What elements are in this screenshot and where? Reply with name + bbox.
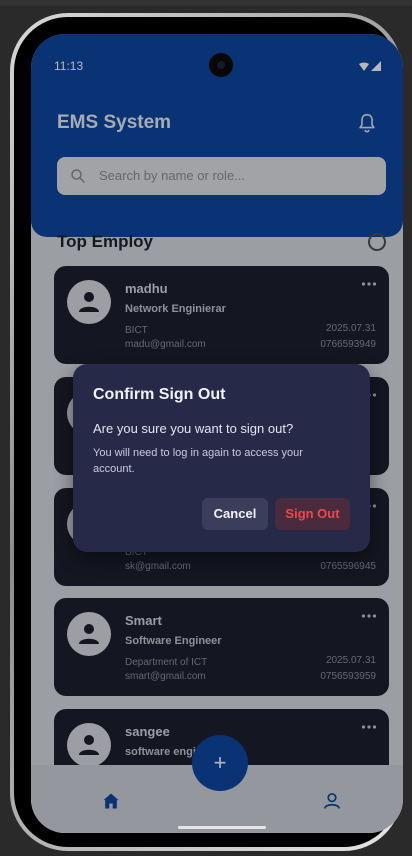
phone-body: 11:13 EMS System Search by name or role.… <box>10 13 403 851</box>
window-top-edge <box>0 0 412 6</box>
sign-out-dialog: Confirm Sign Out Are you sure you want t… <box>73 364 370 552</box>
dialog-detail: You will need to log in again to access … <box>93 447 303 475</box>
home-indicator <box>178 826 266 829</box>
sign-out-button[interactable]: Sign Out <box>275 498 350 530</box>
device-frame: 11:13 EMS System Search by name or role.… <box>0 0 412 856</box>
dialog-question: Are you sure you want to sign out? <box>93 421 294 436</box>
phone-screen: 11:13 EMS System Search by name or role.… <box>31 34 403 833</box>
phone-bezel: 11:13 EMS System Search by name or role.… <box>14 17 403 847</box>
cancel-button[interactable]: Cancel <box>202 498 268 530</box>
dialog-title: Confirm Sign Out <box>93 386 226 403</box>
